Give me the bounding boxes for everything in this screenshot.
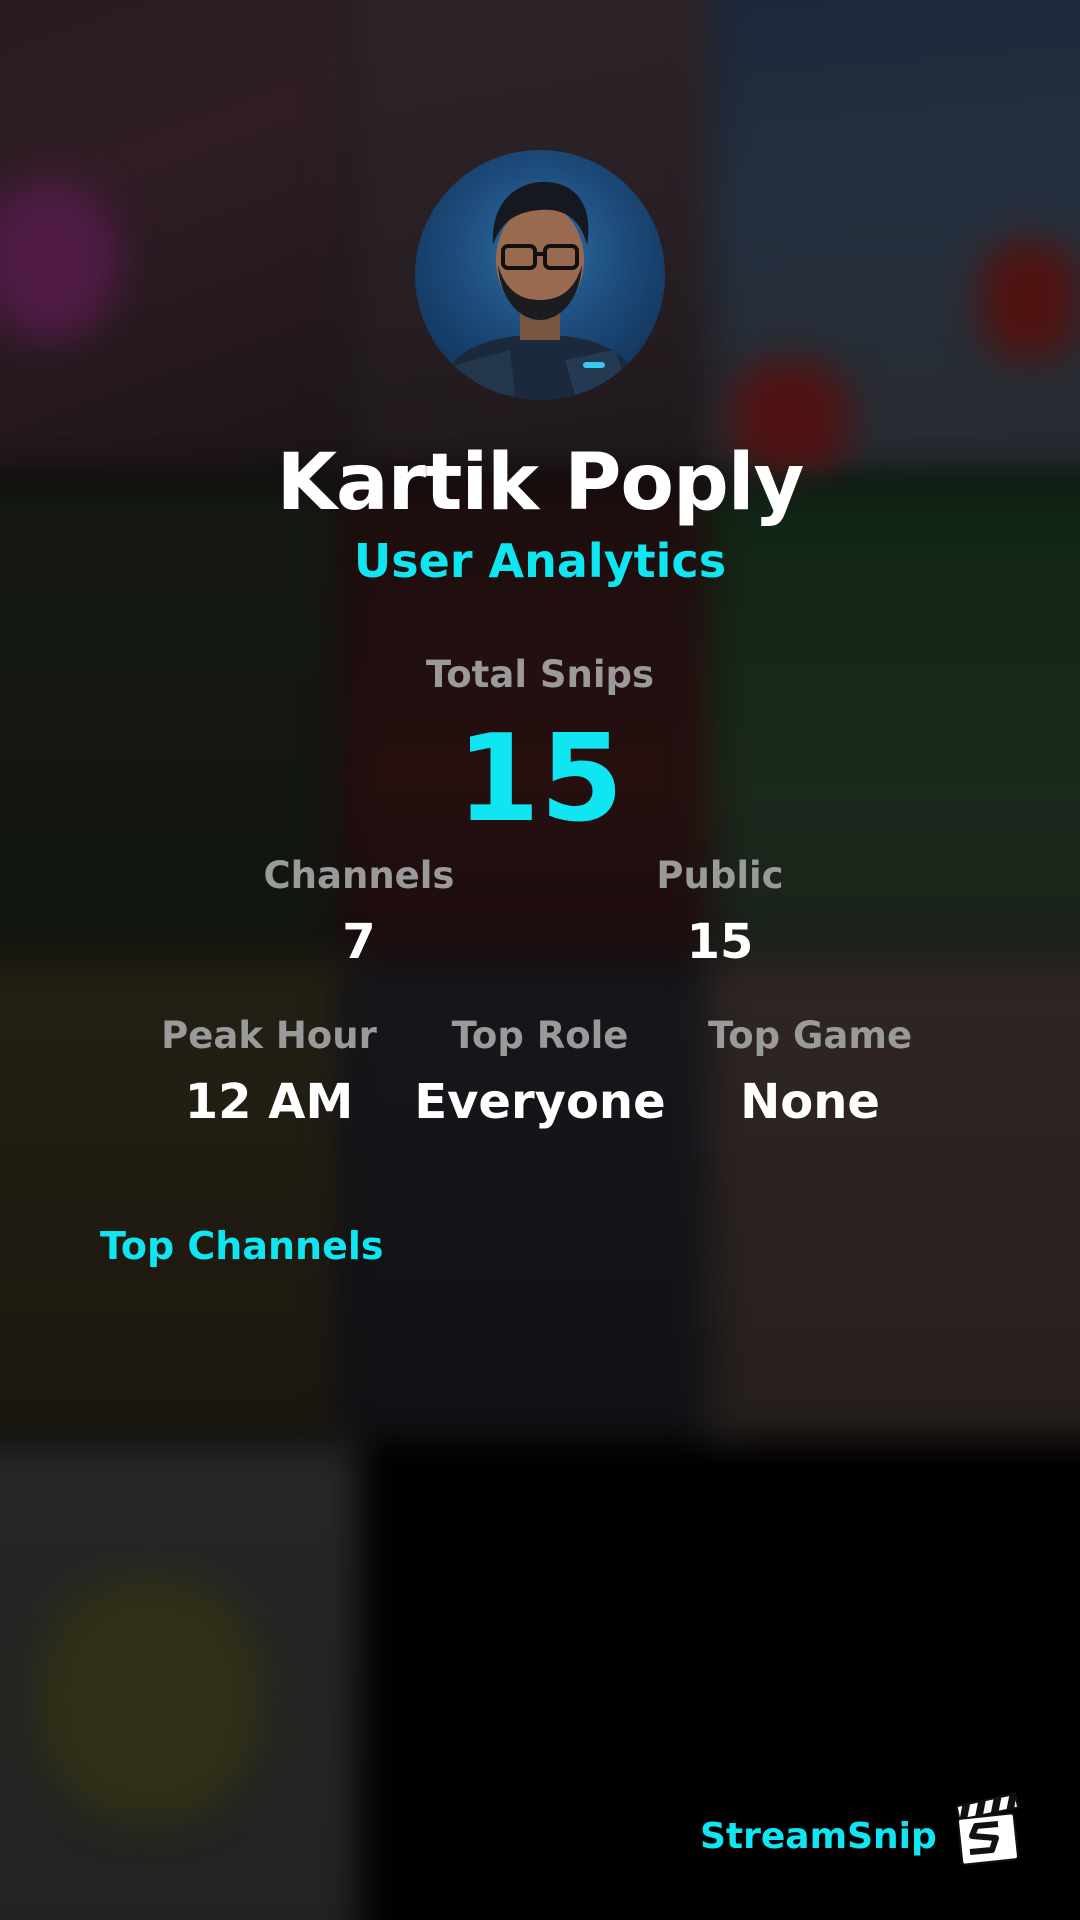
public-label: Public bbox=[656, 854, 784, 897]
analytics-card: Kartik Poply User Analytics Total Snips … bbox=[0, 0, 1080, 1920]
total-snips-label: Total Snips bbox=[425, 653, 655, 696]
page-subtitle: User Analytics bbox=[353, 534, 727, 588]
user-name: Kartik Poply bbox=[276, 438, 805, 528]
top-role-value: Everyone bbox=[414, 1074, 666, 1130]
peak-hour-value: 12 AM bbox=[184, 1074, 354, 1130]
clapperboard-icon bbox=[948, 1790, 1026, 1868]
avatar-portrait bbox=[435, 181, 645, 400]
peak-hour-label: Peak Hour bbox=[161, 1014, 377, 1057]
top-channels-heading: Top Channels bbox=[100, 1224, 384, 1268]
channels-value: 7 bbox=[342, 914, 376, 970]
total-snips-value: 15 bbox=[456, 710, 624, 849]
top-role-label: Top Role bbox=[451, 1014, 629, 1057]
channels-label: Channels bbox=[263, 854, 455, 897]
avatar bbox=[415, 150, 665, 400]
top-game-label: Top Game bbox=[707, 1014, 913, 1057]
top-game-value: None bbox=[740, 1074, 880, 1130]
public-value: 15 bbox=[686, 914, 754, 970]
brand-name: StreamSnip bbox=[700, 1816, 937, 1857]
